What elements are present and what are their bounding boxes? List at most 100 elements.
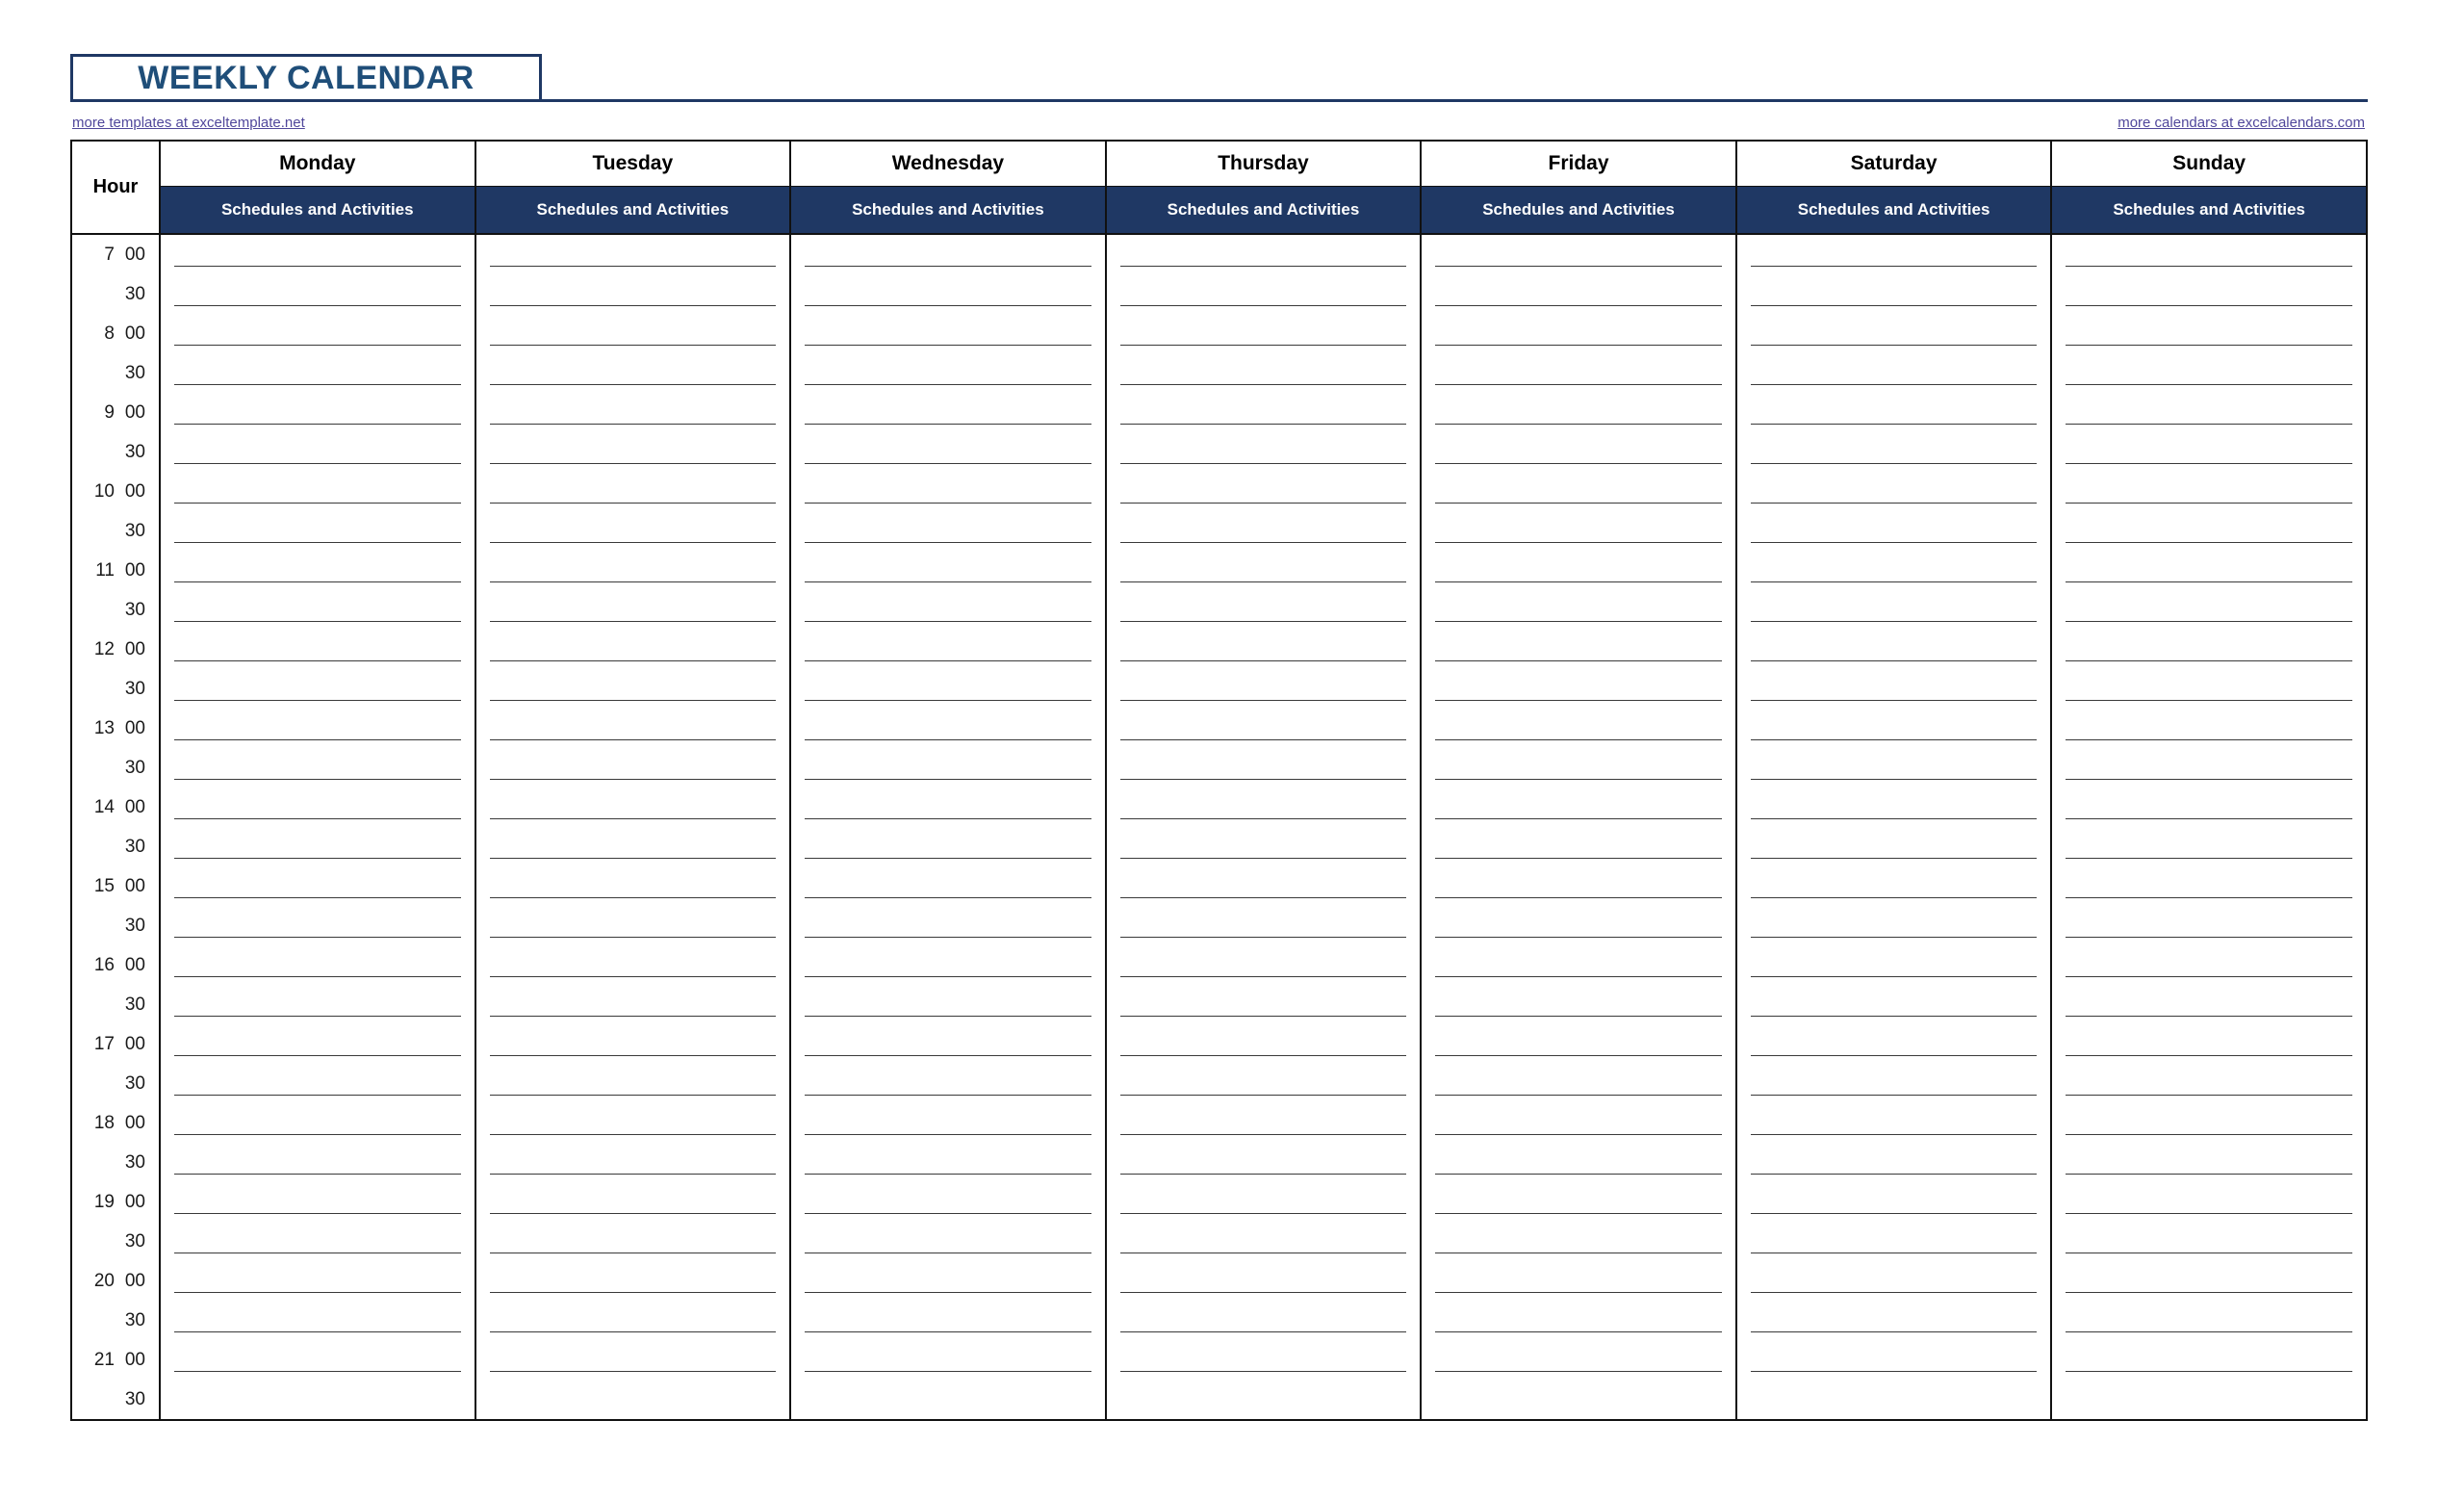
schedule-slot[interactable] [1421, 1261, 1737, 1301]
schedule-slot[interactable] [475, 590, 792, 630]
schedule-slot[interactable] [2051, 1103, 2367, 1143]
schedule-slot[interactable] [1421, 1222, 1737, 1261]
schedule-slot[interactable] [790, 353, 1107, 393]
schedule-slot[interactable] [2051, 630, 2367, 669]
schedule-slot[interactable] [160, 827, 476, 866]
schedule-slot[interactable] [2051, 1143, 2367, 1182]
schedule-slot[interactable] [2051, 985, 2367, 1024]
schedule-slot[interactable] [2051, 274, 2367, 314]
schedule-slot[interactable] [1105, 274, 1423, 314]
schedule-slot[interactable] [160, 1261, 476, 1301]
schedule-slot[interactable] [160, 393, 476, 432]
schedule-slot[interactable] [790, 827, 1107, 866]
schedule-slot[interactable] [790, 1182, 1107, 1222]
exceltemplate-link[interactable]: more templates at exceltemplate.net [72, 115, 305, 131]
schedule-slot[interactable] [1735, 472, 2053, 511]
schedule-slot[interactable] [1735, 1064, 2053, 1103]
schedule-slot[interactable] [160, 709, 476, 748]
schedule-slot[interactable] [1421, 827, 1737, 866]
schedule-slot[interactable] [475, 669, 792, 709]
schedule-slot[interactable] [160, 1301, 476, 1340]
schedule-slot[interactable] [1421, 866, 1737, 906]
schedule-slot[interactable] [475, 472, 792, 511]
schedule-slot[interactable] [1421, 788, 1737, 827]
schedule-slot[interactable] [160, 866, 476, 906]
schedule-slot[interactable] [790, 1064, 1107, 1103]
schedule-slot[interactable] [1735, 1222, 2053, 1261]
schedule-slot[interactable] [1105, 314, 1423, 353]
schedule-slot[interactable] [1105, 906, 1423, 945]
schedule-slot[interactable] [160, 1103, 476, 1143]
schedule-slot[interactable] [160, 630, 476, 669]
schedule-slot[interactable] [1105, 866, 1423, 906]
schedule-slot[interactable] [475, 630, 792, 669]
schedule-slot[interactable] [1105, 1182, 1423, 1222]
schedule-slot[interactable] [1105, 590, 1423, 630]
schedule-slot[interactable] [790, 551, 1107, 590]
schedule-slot[interactable] [1421, 1301, 1737, 1340]
schedule-slot[interactable] [2051, 432, 2367, 472]
schedule-slot[interactable] [1735, 669, 2053, 709]
schedule-slot[interactable] [1421, 551, 1737, 590]
schedule-slot[interactable] [1735, 945, 2053, 985]
schedule-slot[interactable] [160, 590, 476, 630]
schedule-slot[interactable] [1421, 590, 1737, 630]
schedule-slot[interactable] [160, 1024, 476, 1064]
schedule-slot[interactable] [1421, 1064, 1737, 1103]
schedule-slot[interactable] [475, 906, 792, 945]
schedule-slot[interactable] [1735, 1301, 2053, 1340]
schedule-slot[interactable] [1105, 1380, 1423, 1420]
schedule-slot[interactable] [475, 393, 792, 432]
schedule-slot[interactable] [1735, 788, 2053, 827]
schedule-slot[interactable] [475, 1182, 792, 1222]
schedule-slot[interactable] [790, 709, 1107, 748]
schedule-slot[interactable] [1105, 1340, 1423, 1380]
schedule-slot[interactable] [475, 314, 792, 353]
schedule-slot[interactable] [160, 669, 476, 709]
schedule-slot[interactable] [1105, 1143, 1423, 1182]
schedule-slot[interactable] [1105, 1024, 1423, 1064]
schedule-slot[interactable] [1735, 906, 2053, 945]
schedule-slot[interactable] [160, 551, 476, 590]
schedule-slot[interactable] [1105, 551, 1423, 590]
schedule-slot[interactable] [1735, 1261, 2053, 1301]
schedule-slot[interactable] [160, 906, 476, 945]
schedule-slot[interactable] [1105, 393, 1423, 432]
schedule-slot[interactable] [2051, 1380, 2367, 1420]
schedule-slot[interactable] [790, 630, 1107, 669]
schedule-slot[interactable] [160, 314, 476, 353]
schedule-slot[interactable] [1421, 906, 1737, 945]
schedule-slot[interactable] [1735, 314, 2053, 353]
schedule-slot[interactable] [1105, 511, 1423, 551]
schedule-slot[interactable] [2051, 511, 2367, 551]
schedule-slot[interactable] [790, 945, 1107, 985]
schedule-slot[interactable] [475, 709, 792, 748]
schedule-slot[interactable] [475, 1222, 792, 1261]
schedule-slot[interactable] [2051, 1340, 2367, 1380]
schedule-slot[interactable] [2051, 1024, 2367, 1064]
schedule-slot[interactable] [1105, 945, 1423, 985]
schedule-slot[interactable] [2051, 1064, 2367, 1103]
schedule-slot[interactable] [1105, 472, 1423, 511]
schedule-slot[interactable] [1421, 1024, 1737, 1064]
schedule-slot[interactable] [1421, 234, 1737, 274]
schedule-slot[interactable] [475, 866, 792, 906]
schedule-slot[interactable] [1421, 393, 1737, 432]
schedule-slot[interactable] [475, 827, 792, 866]
schedule-slot[interactable] [475, 1143, 792, 1182]
schedule-slot[interactable] [160, 945, 476, 985]
schedule-slot[interactable] [475, 1301, 792, 1340]
schedule-slot[interactable] [2051, 590, 2367, 630]
schedule-slot[interactable] [160, 748, 476, 788]
schedule-slot[interactable] [2051, 353, 2367, 393]
schedule-slot[interactable] [790, 234, 1107, 274]
schedule-slot[interactable] [1735, 1182, 2053, 1222]
schedule-slot[interactable] [1421, 669, 1737, 709]
schedule-slot[interactable] [790, 788, 1107, 827]
schedule-slot[interactable] [475, 1380, 792, 1420]
schedule-slot[interactable] [790, 590, 1107, 630]
schedule-slot[interactable] [1105, 353, 1423, 393]
schedule-slot[interactable] [1735, 748, 2053, 788]
schedule-slot[interactable] [475, 432, 792, 472]
schedule-slot[interactable] [790, 1143, 1107, 1182]
